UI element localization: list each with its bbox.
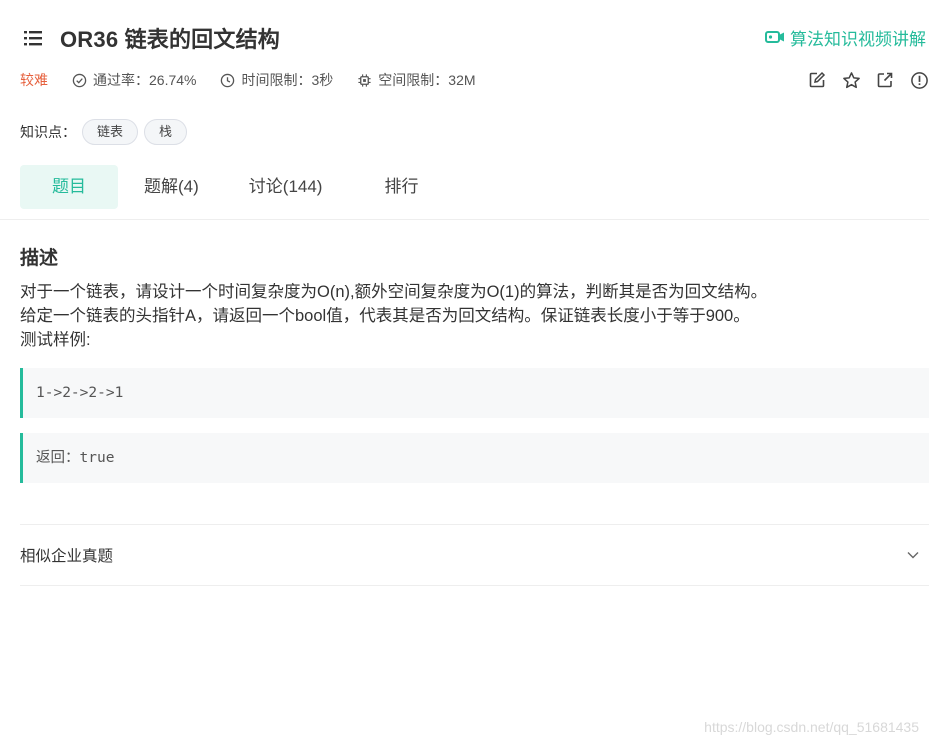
pass-rate: 通过率：26.74% bbox=[72, 70, 196, 90]
tab-ranking[interactable]: 排行 bbox=[352, 165, 450, 209]
space-limit: 空间限制：32M bbox=[357, 70, 476, 90]
space-limit-text: 空间限制：32M bbox=[378, 72, 476, 88]
tab-discussion[interactable]: 讨论(144) bbox=[225, 165, 347, 209]
list-icon[interactable] bbox=[22, 27, 44, 49]
share-icon[interactable] bbox=[875, 70, 895, 90]
chevron-down-icon bbox=[905, 547, 921, 563]
edit-icon[interactable] bbox=[807, 70, 827, 90]
description-line: 给定一个链表的头指针A，请返回一个bool值，代表其是否为回文结构。保证链表长度… bbox=[20, 307, 750, 325]
sample-output: 返回：true bbox=[20, 433, 929, 483]
time-limit-text: 时间限制：3秒 bbox=[241, 72, 334, 88]
info-icon[interactable] bbox=[909, 70, 929, 90]
description-line: 对于一个链表，请设计一个时间复杂度为O(n),额外空间复杂度为O(1)的算法，判… bbox=[20, 283, 768, 301]
description-body: 对于一个链表，请设计一个时间复杂度为O(n),额外空间复杂度为O(1)的算法，判… bbox=[20, 280, 920, 352]
meta-row: 较难 通过率：26.74% 时间限制：3秒 空间限制：32M bbox=[20, 70, 500, 90]
description-heading: 描述 bbox=[20, 248, 59, 269]
tab-problem[interactable]: 题目 bbox=[20, 165, 118, 209]
difficulty-badge: 较难 bbox=[20, 72, 48, 88]
knowledge-label: 知识点： bbox=[20, 124, 76, 140]
tag-linked-list[interactable]: 链表 bbox=[82, 119, 139, 145]
video-lesson-link[interactable]: 算法知识视频讲解 bbox=[765, 24, 929, 50]
action-icons bbox=[793, 70, 929, 90]
title-row: OR36 链表的回文结构 bbox=[22, 22, 280, 54]
tab-solutions[interactable]: 题解(4) bbox=[124, 165, 219, 209]
watermark: https://blog.csdn.net/qq_51681435 bbox=[704, 719, 919, 735]
clock-icon bbox=[221, 73, 235, 87]
time-limit: 时间限制：3秒 bbox=[220, 70, 333, 90]
sample-input: 1->2->2->1 bbox=[20, 368, 929, 418]
video-link-label: 算法知识视频讲解 bbox=[790, 29, 926, 49]
pass-rate-text: 通过率：26.74% bbox=[93, 72, 197, 88]
chip-icon bbox=[358, 73, 371, 87]
divider bbox=[0, 219, 929, 220]
check-circle-icon bbox=[72, 73, 87, 87]
problem-tabs: 题目 题解(4) 讨论(144) 排行 bbox=[20, 165, 456, 209]
star-icon[interactable] bbox=[841, 70, 861, 90]
page-title: OR36 链表的回文结构 bbox=[60, 27, 280, 52]
similar-questions-toggle[interactable]: 相似企业真题 bbox=[20, 524, 929, 586]
problem-header: OR36 链表的回文结构 算法知识视频讲解 较难 通过率：26.74% 时间限制… bbox=[0, 0, 929, 220]
video-icon bbox=[765, 29, 785, 45]
description-line: 测试样例: bbox=[20, 331, 91, 349]
similar-questions-label: 相似企业真题 bbox=[20, 548, 114, 565]
knowledge-tags: 知识点： 链表 栈 bbox=[20, 118, 188, 146]
tag-stack[interactable]: 栈 bbox=[144, 119, 188, 145]
